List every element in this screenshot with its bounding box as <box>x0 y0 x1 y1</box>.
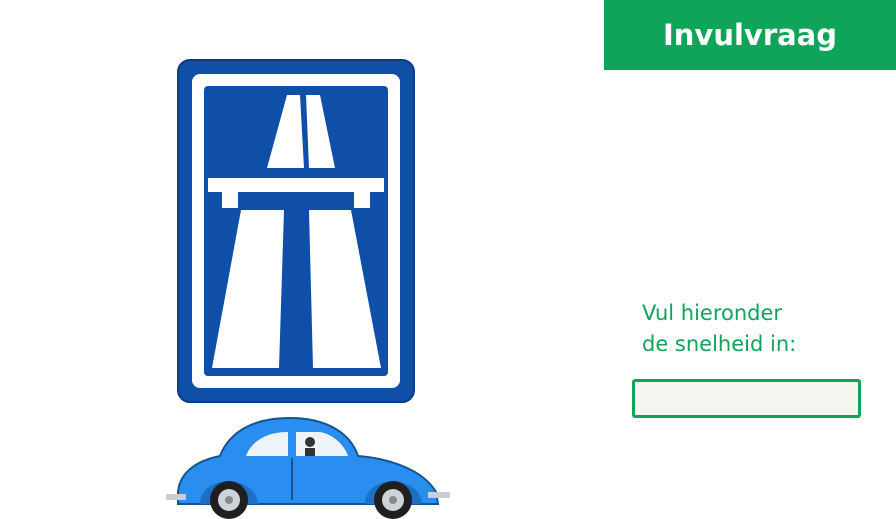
prompt-line-1: Vul hieronder <box>642 301 783 325</box>
question-type-header: Invulvraag <box>604 0 896 70</box>
motorway-sign-icon <box>177 59 415 403</box>
prompt-line-2: de snelheid in: <box>642 332 797 356</box>
speed-answer-input[interactable] <box>632 379 861 418</box>
header-title: Invulvraag <box>662 18 838 52</box>
blue-beetle-car-icon <box>166 416 450 519</box>
speed-prompt: Vul hieronder de snelheid in: <box>642 298 796 360</box>
